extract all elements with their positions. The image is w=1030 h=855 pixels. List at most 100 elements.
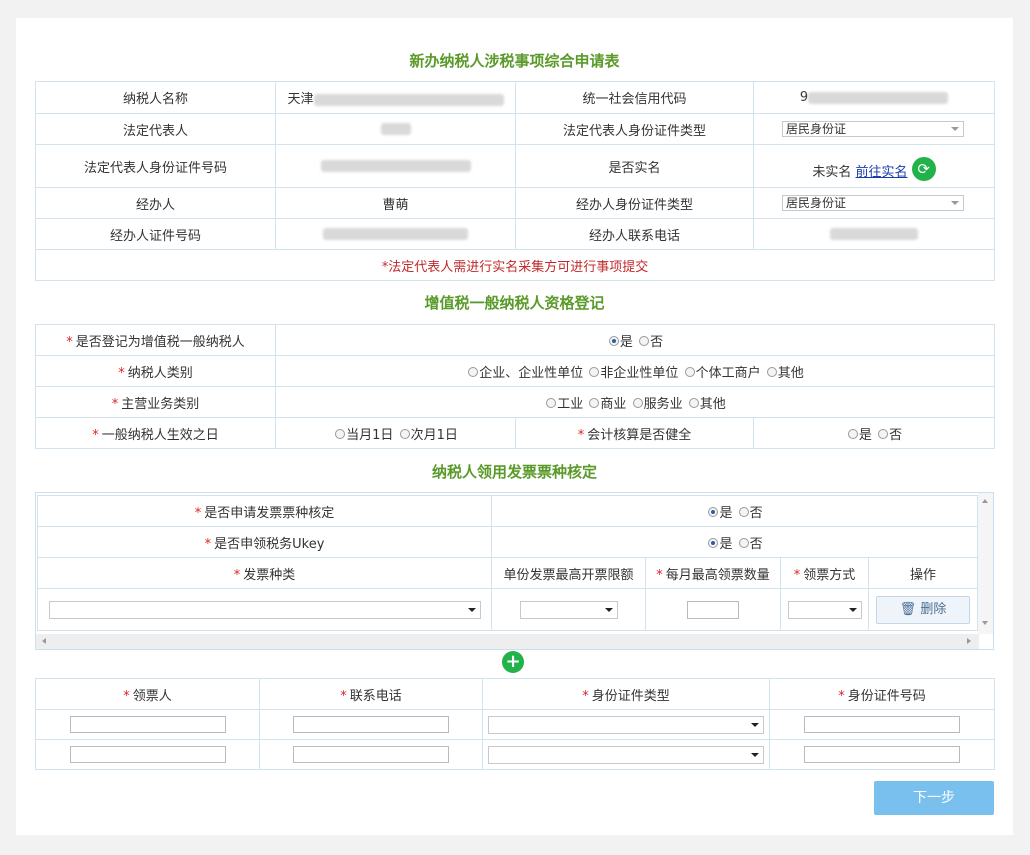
delete-button[interactable]: 🗑 删除 — [876, 595, 971, 624]
redacted-text — [320, 160, 471, 172]
receiver-id-type-select[interactable] — [488, 745, 764, 764]
max-amount-cell — [491, 588, 646, 631]
refresh-icon[interactable]: ⟳ — [911, 157, 936, 182]
redacted-text — [380, 123, 411, 135]
receiver-phone-input[interactable] — [293, 746, 449, 763]
type-other-radio[interactable] — [766, 367, 777, 377]
receiver-name-input[interactable] — [69, 716, 226, 733]
receiver-name-cell — [35, 709, 260, 740]
horizontal-scrollbar[interactable] — [36, 634, 979, 649]
legal-rep-value — [275, 113, 516, 145]
receiver-id-no-input[interactable] — [804, 716, 960, 733]
table-row: * 发票种类 单份发票最高开票限额 * 每月最高领票数量 * 领票方式 操作 — [37, 557, 979, 589]
vat-type-label: * 纳税人类别 — [35, 355, 276, 387]
receiver-phone-input[interactable] — [293, 716, 449, 733]
table-row: * 主营业务类别 工业 商业 服务业 其他 — [35, 386, 996, 418]
monthly-quantity-input[interactable] — [687, 600, 739, 619]
type-enterprise-radio[interactable] — [468, 367, 479, 377]
legal-rep-label: 法定代表人 — [35, 113, 276, 145]
apply-invoice-label: * 是否申请发票票种核定 — [37, 495, 492, 527]
scroll-up-arrow-icon[interactable] — [982, 499, 988, 503]
legal-id-type-select[interactable]: 居民身份证 — [782, 121, 964, 137]
register-no-radio[interactable] — [639, 336, 650, 346]
invoice-table: * 是否申请发票票种核定 是 否 * 是否申领税务Ukey 是 否 * 发票种类 单份… — [37, 495, 979, 631]
credit-code-label: 统一社会信用代码 — [515, 81, 754, 114]
form-panel: 新办纳税人涉税事项综合申请表 纳税人名称 天津 统一社会信用代码 9 法定代表人… — [16, 18, 1013, 835]
table-row — [35, 709, 995, 740]
vertical-scrollbar[interactable] — [978, 493, 993, 634]
ukey-options: 是 否 — [490, 526, 979, 558]
operation-cell: 🗑 删除 — [867, 588, 979, 631]
invoice-type-select[interactable] — [48, 600, 481, 619]
operation-header: 操作 — [867, 557, 979, 589]
receiver-phone-cell — [259, 709, 483, 740]
agent-value: 曹萌 — [275, 187, 516, 219]
register-yes-radio[interactable] — [608, 336, 619, 346]
monthly-quantity-header: * 每月最高领票数量 — [645, 557, 781, 589]
add-row-button[interactable]: + — [502, 651, 524, 673]
chevron-down-icon — [751, 752, 759, 757]
accounting-no-radio[interactable] — [878, 429, 889, 439]
type-individual-radio[interactable] — [684, 367, 695, 377]
redacted-text — [313, 93, 504, 106]
trash-icon: 🗑 — [899, 601, 917, 617]
ukey-yes-radio[interactable] — [708, 538, 719, 548]
receiver-id-no-cell — [769, 709, 995, 740]
business-other-radio[interactable] — [688, 398, 699, 408]
effective-current-month-radio[interactable] — [335, 429, 346, 439]
receiver-id-type-cell — [482, 739, 770, 770]
chevron-down-icon — [848, 607, 857, 612]
receiver-id-no-cell — [769, 739, 995, 770]
agent-label: 经办人 — [35, 187, 276, 219]
redacted-text — [808, 91, 949, 104]
receive-method-header: * 领票方式 — [780, 557, 869, 589]
effective-date-options: 当月1日 次月1日 — [275, 417, 516, 449]
apply-invoice-no-radio[interactable] — [738, 507, 749, 517]
table-row: 经办人证件号码 经办人联系电话 — [35, 218, 995, 250]
receiver-phone-cell — [259, 739, 483, 770]
business-industry-radio[interactable] — [546, 398, 557, 408]
legal-id-type-label: 法定代表人身份证件类型 — [515, 113, 754, 145]
accounting-options: 是 否 — [752, 417, 996, 449]
legal-id-no-value — [275, 144, 516, 188]
scroll-down-arrow-icon[interactable] — [982, 621, 988, 625]
agent-phone-label: 经办人联系电话 — [515, 218, 754, 250]
table-row: 纳税人名称 天津 统一社会信用代码 9 — [35, 81, 995, 114]
receiver-id-no-header: * 身份证件号码 — [769, 678, 995, 710]
legal-id-type-cell: 居民身份证 — [753, 113, 995, 145]
business-service-radio[interactable] — [632, 398, 643, 408]
effective-next-month-radio[interactable] — [399, 429, 410, 439]
scroll-right-arrow-icon[interactable] — [967, 638, 971, 644]
chevron-down-icon — [951, 127, 959, 131]
accounting-yes-radio[interactable] — [847, 429, 858, 439]
vat-type-options: 企业、企业性单位 非企业性单位 个体工商户 其他 — [274, 355, 996, 387]
go-realname-link[interactable]: 前往实名 — [856, 161, 908, 180]
business-commerce-radio[interactable] — [589, 398, 600, 408]
receive-method-cell — [780, 588, 869, 631]
next-step-button[interactable]: 下一步 — [874, 781, 994, 815]
agent-phone-value — [753, 218, 995, 250]
receive-method-select[interactable] — [787, 600, 862, 619]
table-row: * 一般纳税人生效之日 当月1日 次月1日 * 会计核算是否健全 是 否 — [35, 417, 996, 449]
receiver-id-no-input[interactable] — [804, 746, 960, 763]
table-row: 经办人 曹萌 经办人身份证件类型 居民身份证 — [35, 187, 995, 219]
scroll-left-arrow-icon[interactable] — [42, 638, 46, 644]
agent-id-type-select[interactable]: 居民身份证 — [782, 195, 964, 211]
ukey-no-radio[interactable] — [738, 538, 749, 548]
table-row: 🗑 删除 — [37, 588, 979, 631]
apply-invoice-yes-radio[interactable] — [708, 507, 719, 517]
credit-code-value: 9 — [753, 81, 995, 114]
receiver-name-header: * 领票人 — [35, 678, 260, 710]
realname-label: 是否实名 — [515, 144, 754, 188]
max-amount-header: 单份发票最高开票限额 — [491, 557, 646, 589]
max-amount-select[interactable] — [519, 600, 618, 619]
receiver-phone-header: * 联系电话 — [259, 678, 483, 710]
receiver-name-input[interactable] — [69, 746, 226, 763]
vat-register-options: 是 否 — [274, 324, 996, 356]
type-non-enterprise-radio[interactable] — [589, 367, 600, 377]
ukey-label: * 是否申领税务Ukey — [37, 526, 492, 558]
receiver-id-type-select[interactable] — [488, 715, 764, 734]
table-row: * 纳税人类别 企业、企业性单位 非企业性单位 个体工商户 其他 — [35, 355, 996, 387]
realname-notice: *法定代表人需进行实名采集方可进行事项提交 — [35, 249, 995, 281]
business-type-label: * 主营业务类别 — [35, 386, 276, 418]
